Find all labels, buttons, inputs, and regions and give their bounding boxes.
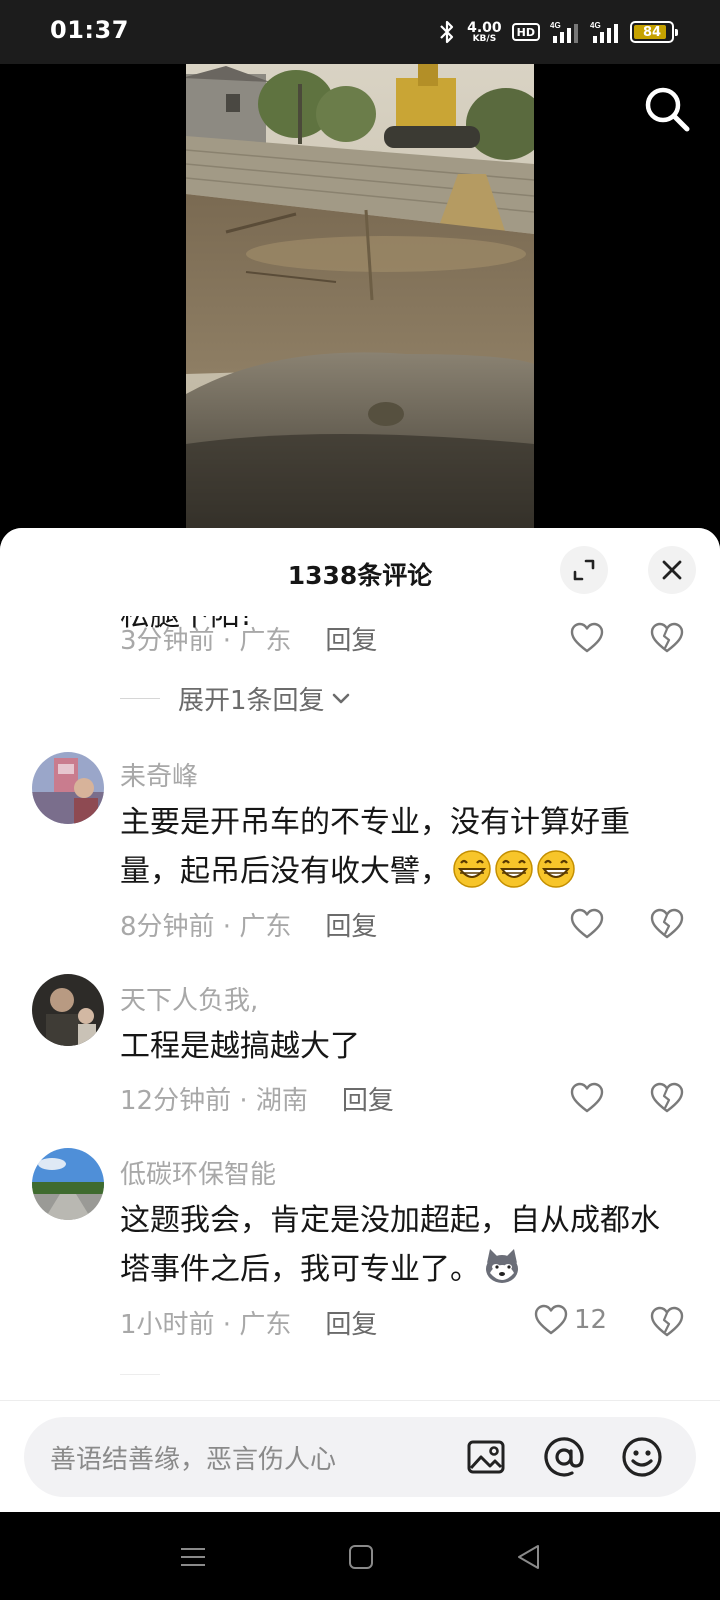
chevron-down-icon: [332, 693, 349, 703]
grin-emoji: [453, 850, 491, 888]
close-button[interactable]: [648, 546, 696, 594]
svg-text:4G: 4G: [590, 21, 601, 30]
signal-4g-icon: 4G: [550, 21, 578, 43]
heart-icon: [534, 1304, 568, 1335]
comment-input-bar: 善语结善缘，恶言伤人心: [0, 1400, 720, 1512]
avatar[interactable]: [32, 1148, 104, 1220]
comments-count-title: 1338条评论: [287, 561, 433, 590]
system-nav-bar: [0, 1512, 720, 1600]
dislike-icon[interactable]: [650, 908, 684, 940]
divider-line: [120, 1374, 160, 1375]
avatar[interactable]: [32, 752, 104, 824]
expand-replies-button[interactable]: [120, 1374, 178, 1375]
reply-button[interactable]: 回复: [342, 1080, 394, 1117]
like-button[interactable]: 12: [534, 1304, 607, 1336]
comment-list[interactable]: 松腿下阳! 3分钟前 · 广东 回复 展开1条回复: [0, 528, 720, 1400]
menu-icon[interactable]: [178, 1542, 208, 1572]
comment-username[interactable]: 耒奇峰: [120, 756, 198, 793]
expand-button[interactable]: [560, 546, 608, 594]
comment-text: 这题我会，肯定是没加超起，自从成都水塔事件之后，我可专业了。: [120, 1203, 660, 1287]
reply-button[interactable]: 回复: [325, 620, 377, 657]
search-icon[interactable]: [642, 84, 692, 134]
like-count: 12: [574, 1305, 608, 1335]
dislike-icon[interactable]: [650, 622, 684, 654]
close-icon: [662, 560, 682, 580]
comment-time-location: 8分钟前 · 广东: [120, 911, 292, 942]
battery-icon: 84: [630, 21, 678, 43]
reply-button[interactable]: 回复: [325, 1304, 377, 1341]
status-icons: 4.00 KB/S HD 4G 4G 84: [437, 14, 678, 50]
comments-sheet: 1338条评论 松腿下阳! 3分钟前 · 广东 回复: [0, 528, 720, 1512]
avatar-image: [32, 752, 104, 824]
image-icon[interactable]: [464, 1435, 508, 1479]
comment-text: 工程是越搞越大了: [120, 1029, 360, 1064]
comment-username[interactable]: 天下人负我,: [120, 980, 258, 1017]
husky-emoji: [486, 1249, 518, 1283]
home-icon[interactable]: [346, 1542, 376, 1572]
comment-time-location: 12分钟前 · 湖南: [120, 1085, 308, 1116]
avatar-image: [32, 974, 104, 1046]
comment-input-placeholder: 善语结善缘，恶言伤人心: [50, 1445, 337, 1475]
status-time: 01:37: [50, 16, 129, 44]
at-icon[interactable]: [542, 1435, 586, 1479]
video-thumbnail: [186, 64, 534, 534]
comment-input[interactable]: 善语结善缘，恶言伤人心: [24, 1417, 696, 1497]
dislike-icon[interactable]: [650, 1082, 684, 1114]
comment-meta: 1小时前 · 广东 回复: [120, 1302, 377, 1342]
comment-text: 主要是开吊车的不专业，没有计算好重量，起吊后没有收大譬，: [120, 805, 630, 889]
back-icon[interactable]: [514, 1542, 544, 1572]
status-bar: 01:37 4.00 KB/S HD 4G 4G 84: [0, 0, 720, 64]
grin-emoji: [537, 850, 575, 888]
expand-icon: [573, 559, 595, 581]
comments-header: 1338条评论: [0, 528, 720, 616]
avatar-image: [32, 1148, 104, 1220]
emoji-icon[interactable]: [620, 1435, 664, 1479]
divider-line: [120, 698, 160, 699]
bluetooth-icon: [440, 20, 454, 44]
comment-meta: 12分钟前 · 湖南 回复: [120, 1078, 394, 1118]
heart-icon[interactable]: [570, 1082, 604, 1114]
comment-meta: 8分钟前 · 广东 回复: [120, 904, 377, 944]
video-frame[interactable]: [186, 64, 534, 534]
svg-text:4G: 4G: [550, 21, 561, 30]
expand-replies-label: 展开1条回复: [178, 686, 325, 716]
hd-voice-icon: HD: [511, 23, 540, 41]
signal-4g-icon: 4G: [590, 21, 618, 43]
heart-icon[interactable]: [570, 908, 604, 940]
expand-replies-button[interactable]: 展开1条回复: [120, 680, 351, 717]
reply-button[interactable]: 回复: [325, 906, 377, 943]
comment-username[interactable]: 低碳环保智能: [120, 1154, 276, 1191]
network-speed: 4.00 KB/S: [467, 19, 502, 44]
avatar[interactable]: [32, 974, 104, 1046]
comment-time-location: 1小时前 · 广东: [120, 1309, 292, 1340]
heart-icon[interactable]: [570, 622, 604, 654]
grin-emoji: [495, 850, 533, 888]
video-player[interactable]: [0, 64, 720, 534]
dislike-icon[interactable]: [650, 1306, 684, 1338]
